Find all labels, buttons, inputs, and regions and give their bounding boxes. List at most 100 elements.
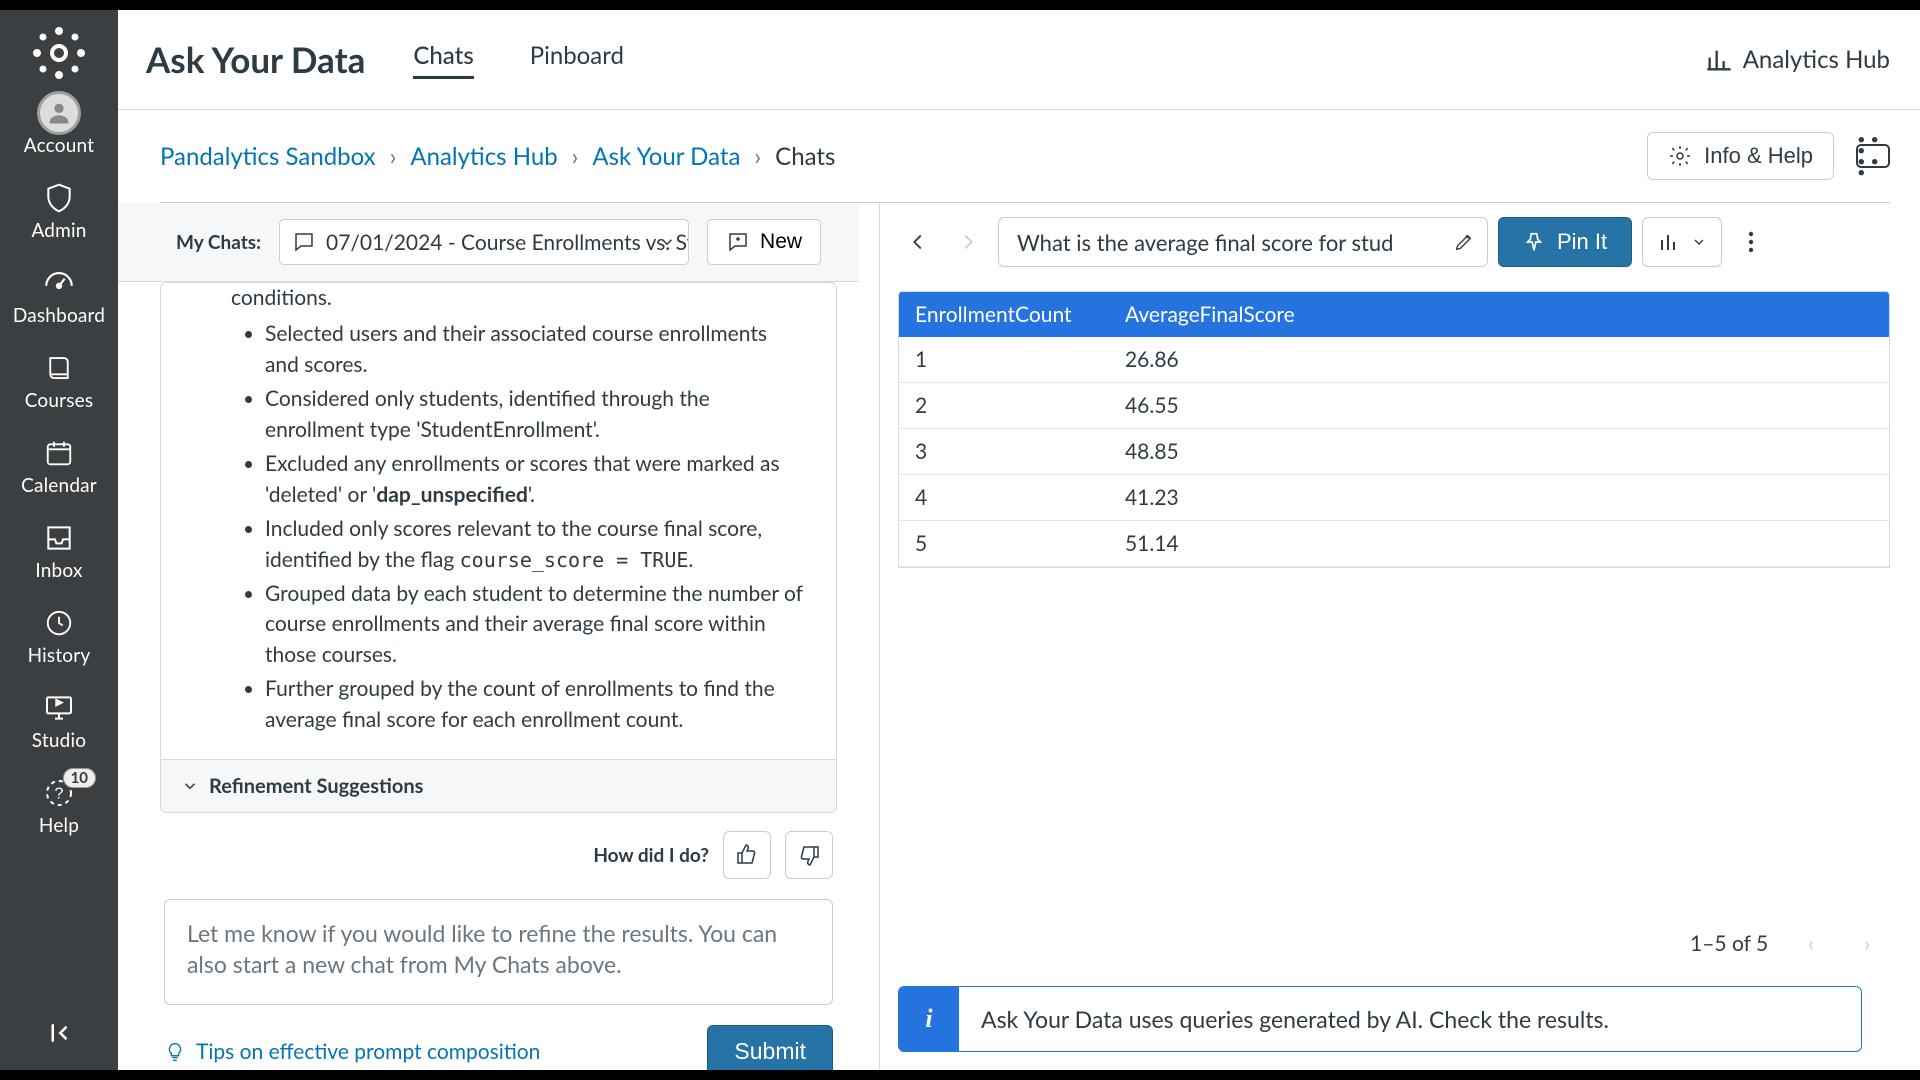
new-chat-icon — [726, 230, 750, 254]
sidebar-item-account[interactable]: Account — [0, 82, 118, 167]
collapse-nav-button[interactable] — [0, 1000, 118, 1070]
thumbs-down-button[interactable] — [785, 831, 833, 879]
prev-query-button[interactable] — [898, 222, 938, 262]
book-icon — [44, 351, 74, 385]
crumb-ask[interactable]: Ask Your Data — [592, 142, 740, 171]
chevron-left-icon — [907, 231, 929, 253]
svg-text:?: ? — [55, 785, 64, 802]
table-cell: 5 — [899, 521, 1109, 567]
keyboard-icon[interactable]: ● ● ●● ● ● — [1856, 144, 1890, 168]
sidebar-item-admin[interactable]: Admin — [0, 167, 118, 252]
sidebar-item-label: Calendar — [21, 474, 97, 497]
chat-bubble-icon — [292, 230, 316, 254]
sidebar-item-help[interactable]: 10 ? Help — [0, 762, 118, 847]
prompt-placeholder: Let me know if you would like to refine … — [187, 918, 810, 980]
more-options-button[interactable] — [1736, 217, 1766, 267]
refinement-toggle[interactable]: Refinement Suggestions — [161, 759, 836, 812]
bar-chart-icon — [1657, 230, 1681, 254]
table-row: 126.86 — [899, 337, 1889, 383]
top-tabs: Chats Pinboard — [413, 41, 624, 79]
sidebar-item-label: History — [28, 644, 91, 667]
table-row: 441.23 — [899, 475, 1889, 521]
table-cell: 1 — [899, 337, 1109, 383]
visualization-dropdown[interactable] — [1642, 217, 1722, 267]
lightbulb-icon — [164, 1041, 186, 1063]
chevron-down-icon — [181, 777, 199, 795]
column-header[interactable]: AverageFinalScore — [1109, 292, 1889, 337]
analysis-bullet: Further grouped by the count of enrollme… — [265, 674, 806, 735]
table-cell: 3 — [899, 429, 1109, 475]
crumb-hub[interactable]: Analytics Hub — [410, 142, 557, 171]
sidebar-item-dashboard[interactable]: Dashboard — [0, 252, 118, 337]
avatar-icon — [37, 91, 81, 135]
chevron-down-icon — [658, 233, 676, 251]
pin-icon — [1523, 231, 1545, 253]
table-row: 246.55 — [899, 383, 1889, 429]
sidebar-item-courses[interactable]: Courses — [0, 337, 118, 422]
pager-range: 1–5 of 5 — [1690, 931, 1768, 956]
sidebar-item-studio[interactable]: Studio — [0, 677, 118, 762]
feedback-prompt: How did I do? — [593, 844, 709, 867]
sidebar-item-label: Courses — [25, 389, 94, 412]
ai-disclaimer: i Ask Your Data uses queries generated b… — [898, 986, 1862, 1052]
thumbs-down-icon — [797, 843, 821, 867]
table-cell: 46.55 — [1109, 383, 1889, 429]
table-cell: 48.85 — [1109, 429, 1889, 475]
query-input[interactable]: What is the average final score for stud — [998, 217, 1488, 267]
sidebar-item-label: Account — [24, 134, 94, 157]
analysis-bullet: Considered only students, identified thr… — [265, 384, 806, 445]
top-right-link[interactable]: Analytics Hub — [1705, 45, 1890, 74]
gear-icon — [1668, 144, 1692, 168]
sidebar-item-label: Admin — [31, 219, 86, 242]
inbox-icon — [43, 521, 75, 555]
prompt-input[interactable]: Let me know if you would like to refine … — [164, 899, 833, 1005]
results-column: What is the average final score for stud… — [880, 203, 1890, 1070]
sidebar-item-label: Help — [39, 814, 79, 837]
top-bar: Ask Your Data Chats Pinboard Analytics H… — [118, 10, 1920, 110]
app-logo[interactable] — [30, 24, 88, 82]
page-title: Ask Your Data — [146, 39, 365, 81]
pin-it-button[interactable]: Pin It — [1498, 217, 1632, 267]
column-header[interactable]: EnrollmentCount — [899, 292, 1109, 337]
gauge-icon — [42, 266, 76, 300]
submit-button[interactable]: Submit — [707, 1025, 833, 1070]
pager-next[interactable]: › — [1854, 925, 1880, 962]
tips-link[interactable]: Tips on effective prompt composition — [164, 1039, 540, 1064]
monitor-icon — [43, 691, 75, 725]
table-cell: 51.14 — [1109, 521, 1889, 567]
info-help-button[interactable]: Info & Help — [1647, 132, 1834, 180]
crumb-sandbox[interactable]: Pandalytics Sandbox — [160, 142, 376, 171]
help-badge: 10 — [63, 768, 96, 788]
clock-icon — [44, 606, 74, 640]
kebab-icon — [1748, 230, 1754, 254]
sidebar-item-label: Inbox — [35, 559, 82, 582]
table-row: 348.85 — [899, 429, 1889, 475]
feedback-row: How did I do? — [160, 813, 837, 879]
sidebar-item-inbox[interactable]: Inbox — [0, 507, 118, 592]
analysis-bullet: Selected users and their associated cour… — [265, 319, 806, 380]
thumbs-up-icon — [735, 843, 759, 867]
query-row: What is the average final score for stud… — [898, 203, 1890, 285]
analysis-bullet: Included only scores relevant to the cou… — [265, 514, 806, 575]
analysis-card: conditions. Selected users and their ass… — [160, 282, 837, 813]
chevron-down-icon — [1691, 234, 1707, 250]
analysis-bullet: Grouped data by each student to determin… — [265, 579, 806, 670]
pencil-icon — [1453, 231, 1475, 253]
tab-pinboard[interactable]: Pinboard — [530, 41, 624, 79]
thumbs-up-button[interactable] — [723, 831, 771, 879]
sidebar-item-label: Dashboard — [13, 304, 105, 327]
pager-prev[interactable]: ‹ — [1798, 925, 1824, 962]
chat-selector[interactable]: 07/01/2024 - Course Enrollments vs. Stu — [279, 219, 689, 265]
analysis-explanation: conditions. Selected users and their ass… — [161, 283, 836, 759]
table-cell: 2 — [899, 383, 1109, 429]
table-row: 551.14 — [899, 521, 1889, 567]
next-query-button[interactable] — [948, 222, 988, 262]
sidebar-item-history[interactable]: History — [0, 592, 118, 677]
calendar-icon — [44, 436, 74, 470]
sidebar-item-calendar[interactable]: Calendar — [0, 422, 118, 507]
chat-column: My Chats: 07/01/2024 - Course Enrollment… — [160, 203, 880, 1070]
tab-chats[interactable]: Chats — [413, 41, 473, 79]
main-content: Ask Your Data Chats Pinboard Analytics H… — [118, 10, 1920, 1070]
new-chat-button[interactable]: New — [707, 219, 821, 265]
my-chats-row: My Chats: 07/01/2024 - Course Enrollment… — [118, 203, 859, 282]
